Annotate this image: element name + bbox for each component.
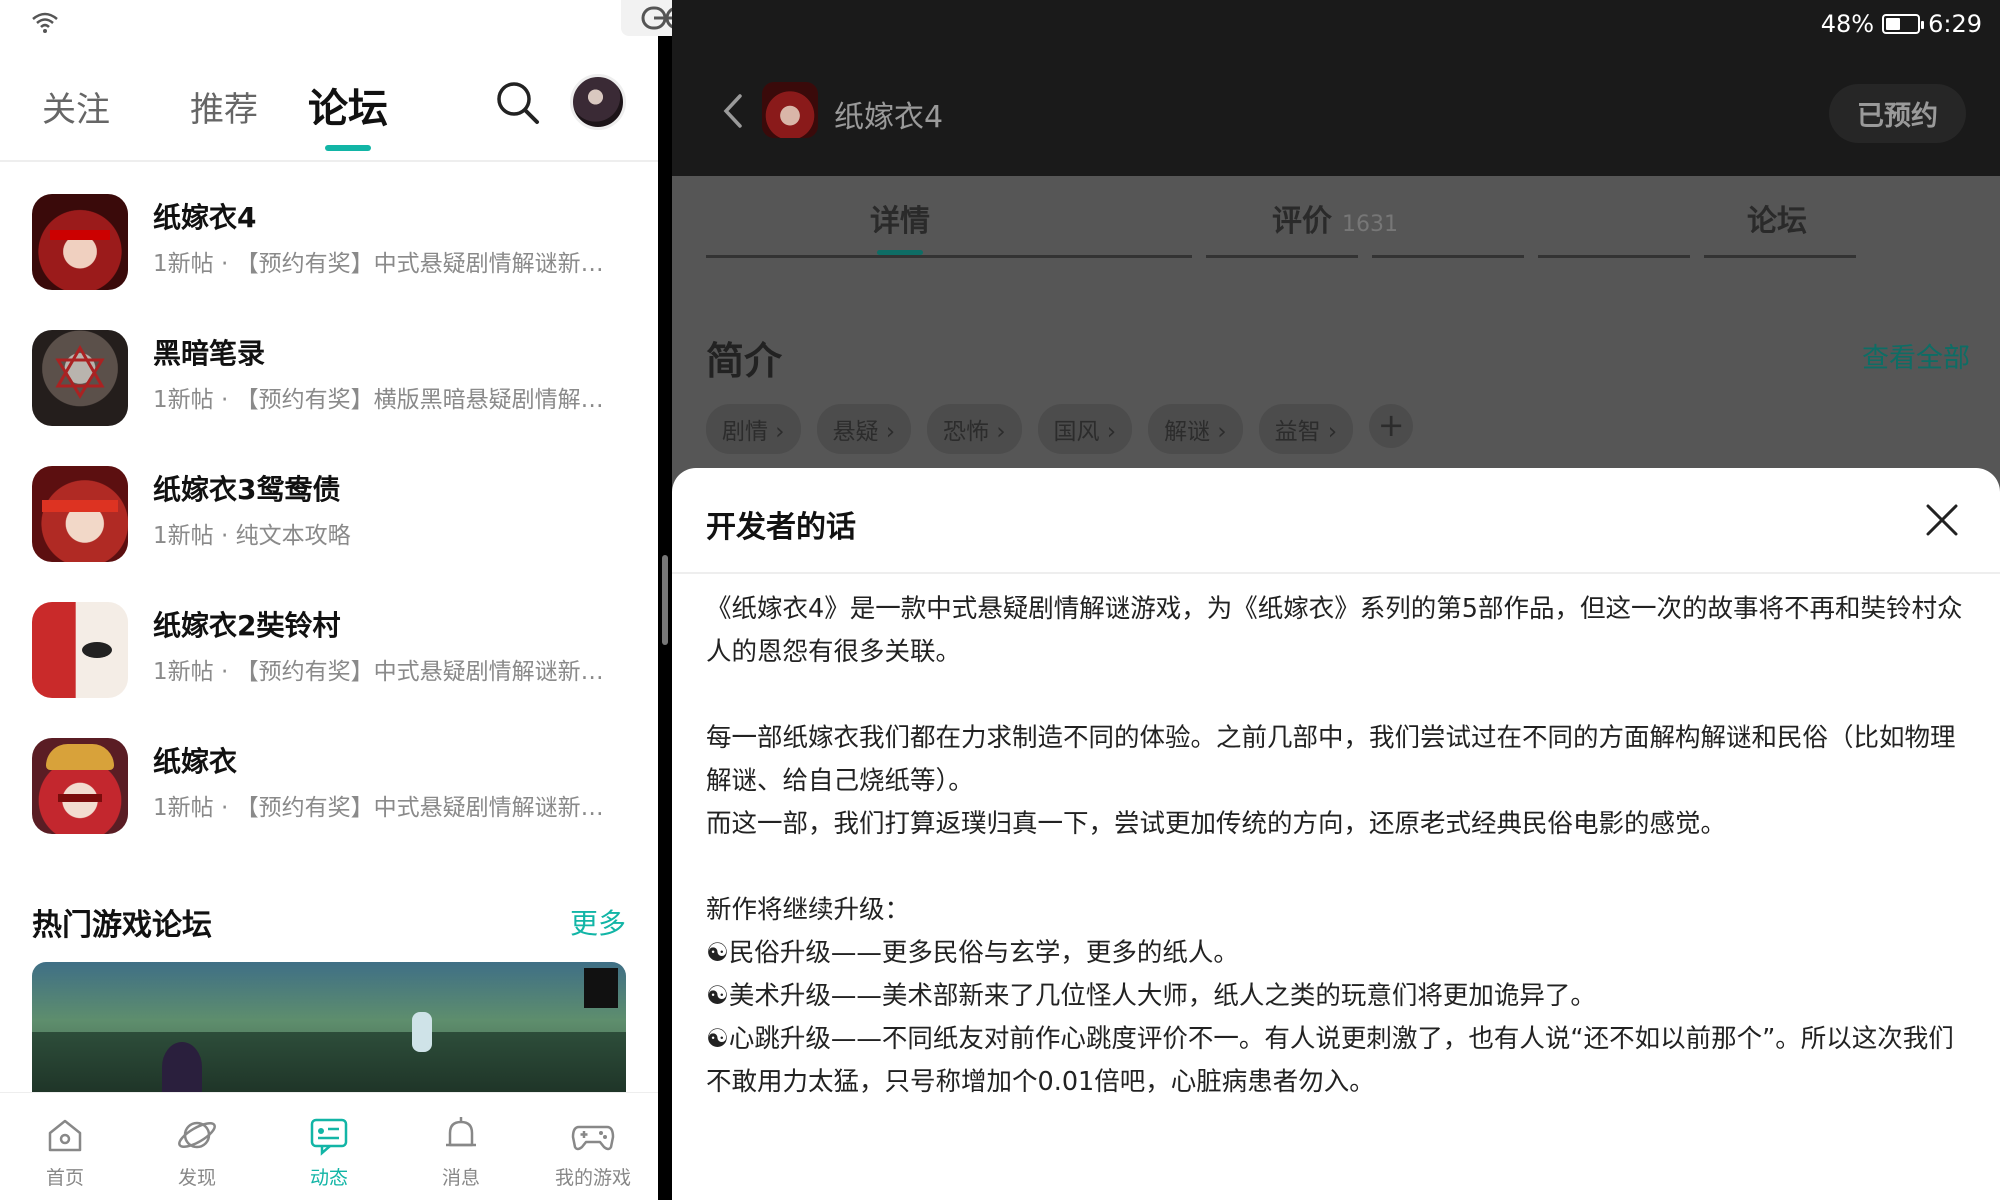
intro-heading: 简介	[706, 339, 783, 383]
battery-icon	[1882, 14, 1925, 34]
close-icon[interactable]	[1922, 500, 1962, 540]
view-all-link[interactable]: 查看全部	[1862, 336, 1970, 375]
paragraph: 而这一部，我们打算返璞归真一下，尝试更加传统的方向，还原老式经典民俗电影的感觉。	[706, 809, 1727, 839]
tag-chip[interactable]: 恐怖 ›	[927, 404, 1022, 454]
top-tab-bar: 关注 推荐 论坛	[0, 60, 658, 160]
sheet-title: 开发者的话	[706, 510, 856, 545]
hot-forums-more-link[interactable]: 更多	[570, 902, 626, 942]
game-icon	[32, 466, 128, 562]
clock: 6:29	[1928, 10, 1982, 38]
tab-reviews-label: 评价	[1272, 204, 1332, 239]
game-title: 黑暗笔录	[153, 337, 266, 370]
nav-messages[interactable]: 消息	[406, 1113, 516, 1190]
divider	[1704, 255, 1856, 258]
developer-notes-sheet: 开发者的话 《纸嫁衣4》是一款中式悬疑剧情解谜游戏，为《纸嫁衣》系列的第5部作品…	[672, 468, 2000, 1200]
paragraph: 《纸嫁衣4》是一款中式悬疑剧情解谜游戏，为《纸嫁衣》系列的第5部作品，但这一次的…	[706, 594, 1963, 667]
nav-label: 我的游戏	[554, 1167, 631, 1189]
paragraph: ☯美术升级——美术部新来了几位怪人大师，纸人之类的玩意们将更加诡异了。	[706, 981, 1596, 1011]
game-title: 纸嫁衣4	[153, 201, 257, 234]
tag-list: 剧情 › 悬疑 › 恐怖 › 国风 › 解谜 › 益智 › +	[706, 404, 1414, 454]
bell-icon	[446, 1117, 476, 1147]
search-icon[interactable]	[493, 78, 541, 126]
nav-label: 发现	[177, 1167, 216, 1189]
game-subtitle: 1新帖 · 【预约有奖】中式悬疑剧情解谜新作《纸嫁衣4》	[153, 659, 623, 685]
divider	[1372, 255, 1524, 258]
battery-percent: 48%	[1820, 10, 1875, 38]
tag-chip[interactable]: 益智 ›	[1258, 404, 1354, 454]
nav-label: 首页	[45, 1167, 84, 1189]
nav-home[interactable]: 首页	[10, 1113, 120, 1190]
paragraph	[706, 674, 1976, 717]
hot-forum-banner[interactable]	[32, 962, 626, 1092]
tab-details[interactable]: 详情	[870, 196, 930, 240]
game-subtitle: 1新帖 · 【预约有奖】中式悬疑剧情解谜新作《纸嫁衣4》	[153, 795, 623, 821]
game-icon	[32, 602, 128, 698]
divider	[672, 572, 2000, 574]
tag-chip[interactable]: 剧情 ›	[706, 404, 801, 454]
nav-activity[interactable]: 动态	[274, 1113, 384, 1190]
wifi-icon	[32, 12, 58, 33]
game-icon	[762, 82, 818, 138]
paragraph: ☯心跳升级——不同纸友对前作心跳度评价不一。有人说更刺激了，也有人说“还不如以前…	[706, 1024, 1954, 1097]
forum-list-item[interactable]: 纸嫁衣2奘铃村 1新帖 · 【预约有奖】中式悬疑剧情解谜新作《纸嫁衣4》	[0, 594, 658, 730]
divider	[1538, 255, 1690, 258]
home-icon	[48, 1119, 82, 1152]
game-subtitle: 1新帖 · 纯文本攻略	[153, 523, 351, 549]
add-tag-button[interactable]: +	[1369, 404, 1414, 448]
divider	[1206, 255, 1358, 258]
split-screen-handle[interactable]	[662, 555, 668, 645]
nav-discover[interactable]: 发现	[142, 1113, 252, 1190]
back-chevron-icon[interactable]	[718, 88, 748, 134]
paragraph: 新作将继续升级：	[706, 895, 911, 925]
game-title: 纸嫁衣2奘铃村	[153, 609, 341, 642]
review-count: 1631	[1342, 212, 1398, 237]
status-bar: 48% 6:29	[1821, 10, 1982, 38]
forum-list-item[interactable]: 纸嫁衣 1新帖 · 【预约有奖】中式悬疑剧情解谜新作《纸嫁衣4》	[0, 730, 658, 866]
reserved-button[interactable]: 已预约	[1829, 84, 1966, 143]
active-tab-indicator	[325, 145, 371, 151]
paragraph	[706, 846, 1976, 889]
developer-notes-text: 《纸嫁衣4》是一款中式悬疑剧情解谜游戏，为《纸嫁衣》系列的第5部作品，但这一次的…	[706, 588, 1976, 1104]
forum-list-item[interactable]: 纸嫁衣4 1新帖 · 【预约有奖】中式悬疑剧情解谜新作《纸嫁衣4》	[0, 186, 658, 322]
detail-header: 纸嫁衣4 已预约	[672, 60, 2000, 176]
game-detail-pane: 48% 6:29 纸嫁衣4 已预约 详情 评价 1631 论坛 简介 查看全部 剧…	[672, 0, 2000, 1200]
divider	[706, 255, 1192, 258]
tab-reviews[interactable]: 评价 1631	[1272, 196, 1398, 240]
tab-forum[interactable]: 论坛	[1747, 196, 1807, 240]
tab-follow[interactable]: 关注	[42, 82, 110, 131]
nav-my-games[interactable]: 我的游戏	[538, 1113, 648, 1190]
forum-list-item[interactable]: 黑暗笔录 1新帖 · 【预约有奖】横版黑暗悬疑剧情解谜新作	[0, 322, 658, 458]
forum-pane: 关注 推荐 论坛 纸嫁衣4 1新帖 · 【预约有奖】中式悬疑剧情解谜新作《纸嫁衣…	[0, 0, 658, 1200]
divider	[0, 160, 658, 162]
planet-icon	[178, 1121, 216, 1149]
paragraph: 每一部纸嫁衣我们都在力求制造不同的体验。之前几部中，我们尝试过在不同的方面解构解…	[706, 723, 1956, 796]
game-icon	[32, 738, 128, 834]
tag-chip[interactable]: 国风 ›	[1037, 404, 1133, 454]
game-subtitle: 1新帖 · 【预约有奖】中式悬疑剧情解谜新作《纸嫁衣4》	[153, 251, 623, 277]
hot-forums-heading: 热门游戏论坛	[32, 908, 212, 943]
tab-forum[interactable]: 论坛	[308, 76, 388, 134]
tag-chip[interactable]: 悬疑 ›	[816, 404, 912, 454]
nav-label: 消息	[441, 1167, 480, 1189]
game-title: 纸嫁衣	[153, 745, 238, 778]
game-title: 纸嫁衣3鸳鸯债	[153, 473, 341, 506]
tag-chip[interactable]: 解谜 ›	[1148, 404, 1243, 454]
message-card-icon	[310, 1118, 348, 1156]
forum-list-item[interactable]: 纸嫁衣3鸳鸯债 1新帖 · 纯文本攻略	[0, 458, 658, 594]
tab-recommend[interactable]: 推荐	[190, 82, 258, 131]
bottom-nav-bar: 首页 发现 动态 消息 我的游戏	[0, 1092, 658, 1200]
game-icon	[32, 330, 128, 426]
page-title: 纸嫁衣4	[834, 100, 944, 135]
game-subtitle: 1新帖 · 【预约有奖】横版黑暗悬疑剧情解谜新作	[153, 387, 623, 413]
avatar[interactable]	[570, 74, 626, 130]
gamepad-icon	[571, 1125, 615, 1151]
nav-label: 动态	[309, 1167, 348, 1189]
game-icon	[32, 194, 128, 290]
paragraph: ☯民俗升级——更多民俗与玄学，更多的纸人。	[706, 938, 1239, 968]
